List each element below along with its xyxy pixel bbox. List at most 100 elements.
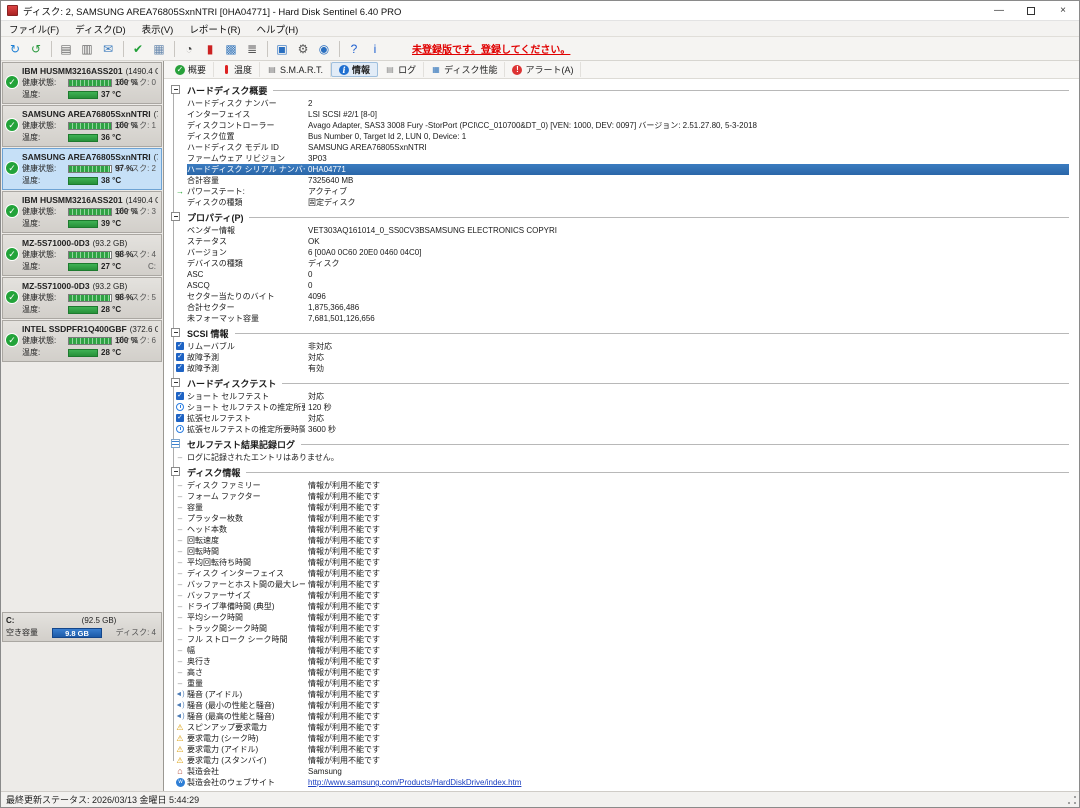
menu-item[interactable]: レポート(R): [181, 21, 248, 36]
tab-smart[interactable]: S.M.A.R.T.: [260, 62, 331, 77]
info-row[interactable]: バージョン6 [00A0 0C60 20E0 0460 04C0]: [187, 247, 1071, 258]
tab-log[interactable]: ログ: [378, 62, 424, 77]
tab-overview[interactable]: 概要: [168, 62, 214, 77]
menu-item[interactable]: ヘルプ(H): [249, 21, 307, 36]
info-row[interactable]: ハードディスク モデル IDSAMSUNG AREA76805SxnNTRI: [187, 142, 1071, 153]
info-row[interactable]: ステータスOK: [187, 236, 1071, 247]
info-row[interactable]: パワーステート:アクティブ: [187, 186, 1071, 197]
row-value-link[interactable]: http://www.samsung.com/Products/HardDisk…: [308, 777, 521, 788]
collapse-icon[interactable]: [171, 378, 180, 387]
close-button[interactable]: ×: [1047, 1, 1079, 20]
info-row[interactable]: バッファーサイズ情報が利用不能です: [187, 590, 1071, 601]
info-row[interactable]: インターフェイスLSI SCSI #2/1 [8-0]: [187, 109, 1071, 120]
info-row[interactable]: 回転時間情報が利用不能です: [187, 546, 1071, 557]
collapse-icon[interactable]: [171, 328, 180, 337]
info-row[interactable]: フル ストローク シーク時間情報が利用不能です: [187, 634, 1071, 645]
collapse-icon[interactable]: [171, 212, 180, 221]
info-row[interactable]: ASC0: [187, 269, 1071, 280]
info-row[interactable]: 容量情報が利用不能です: [187, 502, 1071, 513]
info-row[interactable]: 回転速度情報が利用不能です: [187, 535, 1071, 546]
folder-icon[interactable]: ▣: [272, 39, 292, 58]
settings-icon[interactable]: ⚙: [293, 39, 313, 58]
info-row[interactable]: 要求電力 (シーク時)情報が利用不能です: [187, 733, 1071, 744]
info-row[interactable]: ログに記録されたエントリはありません。: [187, 452, 1071, 463]
gauge-icon[interactable]: ◔: [179, 39, 199, 58]
disk-item[interactable]: ✓SAMSUNG AREA76805SxnNTRI(7153.9 GB)健康状態…: [2, 105, 162, 147]
resize-grip[interactable]: [1066, 794, 1078, 806]
info-row[interactable]: ベンダー情報VET303AQ161014_0_SS0CV3BSAMSUNG EL…: [187, 225, 1071, 236]
print-report-icon[interactable]: ▥: [77, 39, 97, 58]
tab-temperature[interactable]: 温度: [214, 62, 260, 77]
info-row[interactable]: ドライブ準備時間 (典型)情報が利用不能です: [187, 601, 1071, 612]
info-row[interactable]: ヘッド本数情報が利用不能です: [187, 524, 1071, 535]
info-row[interactable]: デバイスの種類ディスク: [187, 258, 1071, 269]
checklist-icon[interactable]: ▦: [149, 39, 169, 58]
registration-warning[interactable]: 未登録版です。登録してください。: [412, 41, 570, 56]
rescan-disks-icon[interactable]: ↺: [26, 39, 46, 58]
info-row[interactable]: セクター当たりのバイト4096: [187, 291, 1071, 302]
info-row[interactable]: 騒音 (最高の性能と騒音)情報が利用不能です: [187, 711, 1071, 722]
collapse-icon[interactable]: [171, 467, 180, 476]
menu-item[interactable]: ディスク(D): [67, 21, 134, 36]
info-row[interactable]: 未フォーマット容量7,681,501,126,656: [187, 313, 1071, 324]
info-row[interactable]: 故障予測有効: [187, 363, 1071, 374]
disk-item[interactable]: ✓IBM HUSMM3216ASS201(1490.4 GB)健康状態:100 …: [2, 62, 162, 104]
tab-alerts[interactable]: アラート(A): [505, 62, 581, 77]
refresh-icon[interactable]: ↻: [5, 39, 25, 58]
info-row[interactable]: リムーバブル非対応: [187, 341, 1071, 352]
tab-information[interactable]: 情報: [331, 62, 378, 77]
menu-item[interactable]: ファイル(F): [1, 21, 67, 36]
info-row[interactable]: ファームウェア リビジョン3P03: [187, 153, 1071, 164]
disk-item[interactable]: ✓MZ-5S71000-0D3(93.2 GB)健康状態:98 %ディスク: 5…: [2, 277, 162, 319]
maximize-button[interactable]: [1015, 1, 1047, 20]
info-row[interactable]: 騒音 (アイドル)情報が利用不能です: [187, 689, 1071, 700]
disk-stack-icon[interactable]: ≣: [242, 39, 262, 58]
info-row[interactable]: トラック間シーク時間情報が利用不能です: [187, 623, 1071, 634]
performance-icon[interactable]: ▩: [221, 39, 241, 58]
disk-item[interactable]: ✓MZ-5S71000-0D3(93.2 GB)健康状態:98 %ディスク: 4…: [2, 234, 162, 276]
info-row[interactable]: ディスク ファミリー情報が利用不能です: [187, 480, 1071, 491]
collapse-icon[interactable]: [171, 85, 180, 94]
info-row[interactable]: ディスクの種類固定ディスク: [187, 197, 1071, 208]
info-row[interactable]: 拡張セルフテスト対応: [187, 413, 1071, 424]
temperature-icon[interactable]: ▮: [200, 39, 220, 58]
email-report-icon[interactable]: ✉: [98, 39, 118, 58]
disk-item[interactable]: ✓INTEL SSDPFR1Q400GBF(372.6 GB)健康状態:100 …: [2, 320, 162, 362]
menu-item[interactable]: 表示(V): [134, 21, 182, 36]
partition-panel[interactable]: C: (92.5 GB) 空き容量9.8 GB ディスク: 4: [2, 612, 162, 642]
info-row[interactable]: 要求電力 (アイドル)情報が利用不能です: [187, 744, 1071, 755]
info-row[interactable]: 平均回転待ち時間情報が利用不能です: [187, 557, 1071, 568]
info-row[interactable]: ショート セルフテスト対応: [187, 391, 1071, 402]
info-row[interactable]: 要求電力 (スタンバイ)情報が利用不能です: [187, 755, 1071, 766]
info-row[interactable]: ショート セルフテストの推定所要時間120 秒: [187, 402, 1071, 413]
info-row[interactable]: 平均シーク時間情報が利用不能です: [187, 612, 1071, 623]
info-row[interactable]: ハードディスク ナンバー2: [187, 98, 1071, 109]
disk-item[interactable]: ✓IBM HUSMM3216ASS201(1490.4 GB)健康状態:100 …: [2, 191, 162, 233]
info-row[interactable]: 製造会社Samsung: [187, 766, 1071, 777]
disk-item[interactable]: ✓SAMSUNG AREA76805SxnNTRI(7153.9 GB)健康状態…: [2, 148, 162, 190]
tab-disk-performance[interactable]: ディスク性能: [424, 62, 505, 77]
info-row[interactable]: バッファーとホスト間の最大レート情報が利用不能です: [187, 579, 1071, 590]
world-icon[interactable]: ◉: [314, 39, 334, 58]
info-row[interactable]: ディスク インターフェイス情報が利用不能です: [187, 568, 1071, 579]
info-row[interactable]: プラッター枚数情報が利用不能です: [187, 513, 1071, 524]
info-row[interactable]: ハードディスク シリアル ナンバー0HA04771: [187, 164, 1069, 175]
info-row[interactable]: 合計容量7325640 MB: [187, 175, 1071, 186]
info-row[interactable]: ASCQ0: [187, 280, 1071, 291]
info-row[interactable]: 合計セクター1,875,366,486: [187, 302, 1071, 313]
info-row[interactable]: ディスクコントローラーAvago Adapter, SAS3 3008 Fury…: [187, 120, 1071, 131]
info-icon[interactable]: i: [365, 39, 385, 58]
save-report-icon[interactable]: ▤: [56, 39, 76, 58]
info-row[interactable]: 重量情報が利用不能です: [187, 678, 1071, 689]
info-row[interactable]: ディスク位置Bus Number 0, Target Id 2, LUN 0, …: [187, 131, 1071, 142]
info-row[interactable]: スピンアップ要求電力情報が利用不能です: [187, 722, 1071, 733]
info-row[interactable]: 故障予測対応: [187, 352, 1071, 363]
info-row[interactable]: フォーム ファクター情報が利用不能です: [187, 491, 1071, 502]
info-row[interactable]: 高さ情報が利用不能です: [187, 667, 1071, 678]
info-row[interactable]: 騒音 (最小の性能と騒音)情報が利用不能です: [187, 700, 1071, 711]
help-icon[interactable]: ?: [344, 39, 364, 58]
info-row[interactable]: 奥行き情報が利用不能です: [187, 656, 1071, 667]
accept-test-icon[interactable]: ✔: [128, 39, 148, 58]
info-row[interactable]: 製造会社のウェブサイトhttp://www.samsung.com/Produc…: [187, 777, 1071, 788]
info-row[interactable]: 拡張セルフテストの推定所要時間3600 秒: [187, 424, 1071, 435]
